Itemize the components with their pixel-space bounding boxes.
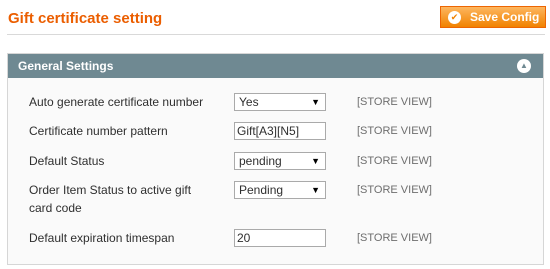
field-label: Certificate number pattern	[29, 124, 168, 138]
dropdown-arrow-icon: ▼	[311, 185, 320, 195]
panel-header[interactable]: General Settings ▲	[8, 54, 543, 78]
check-circle-icon: ✔	[448, 10, 461, 24]
select-value: Pending	[239, 183, 284, 197]
pattern-input[interactable]	[234, 122, 326, 140]
field-label: Auto generate certificate number	[29, 95, 204, 109]
panel-title: General Settings	[18, 59, 114, 73]
scope-label: [STORE VIEW]	[357, 184, 432, 196]
save-config-button[interactable]: ✔ Save Config	[440, 6, 546, 28]
dropdown-arrow-icon: ▼	[311, 97, 320, 107]
general-settings-panel: General Settings ▲ Auto generate certifi…	[7, 53, 544, 265]
scope-label: [STORE VIEW]	[357, 125, 432, 137]
page: Gift certificate setting ✔ Save Config G…	[0, 0, 550, 269]
scope-label: [STORE VIEW]	[357, 96, 432, 108]
page-title: Gift certificate setting	[8, 10, 163, 27]
dropdown-arrow-icon: ▼	[311, 156, 320, 166]
select-value: pending	[239, 154, 282, 168]
auto-generate-select[interactable]: Yes ▼	[234, 93, 326, 111]
field-label: Default Status	[29, 154, 105, 168]
scope-label: [STORE VIEW]	[357, 232, 432, 244]
default-status-select[interactable]: pending ▼	[234, 152, 326, 170]
expiration-input[interactable]	[234, 229, 326, 247]
scope-label: [STORE VIEW]	[357, 155, 432, 167]
field-label: Order Item Status to active gift card co…	[29, 183, 192, 215]
order-item-status-select[interactable]: Pending ▼	[234, 181, 326, 199]
field-label: Default expiration timespan	[29, 231, 175, 245]
title-divider	[7, 34, 545, 35]
save-config-label: Save Config	[470, 10, 540, 24]
select-value: Yes	[239, 95, 259, 109]
collapse-icon[interactable]: ▲	[517, 59, 531, 73]
